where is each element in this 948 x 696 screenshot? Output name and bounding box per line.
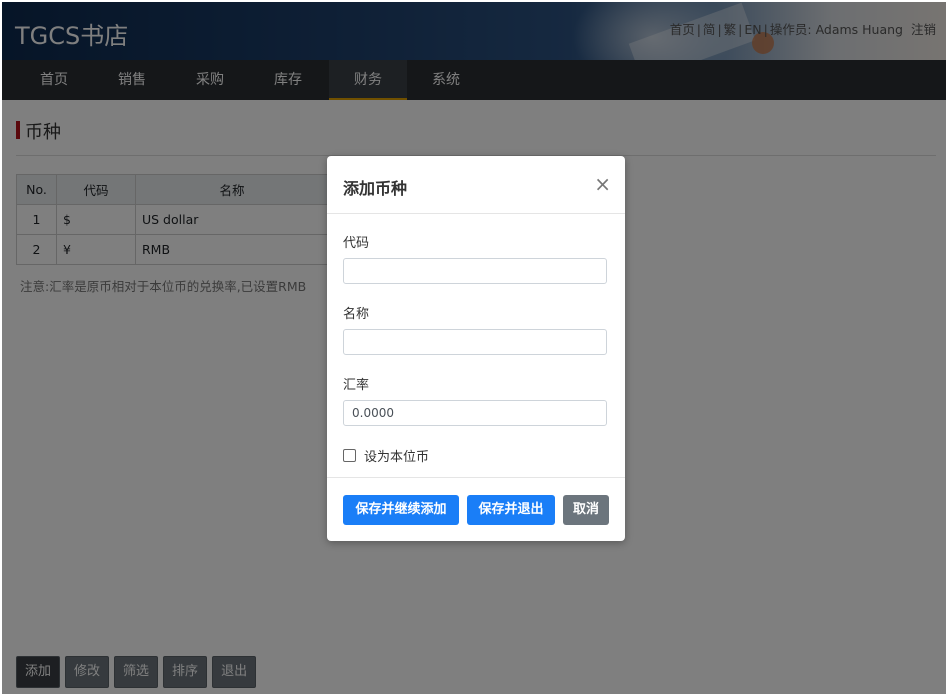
base-currency-checkbox-row[interactable]: 设为本位币 [343, 446, 429, 465]
base-currency-label: 设为本位币 [364, 450, 430, 465]
add-currency-dialog: 添加币种 × 代码 名称 汇率 设为本位币 保存并继续添加 保存并退出 取消 [327, 156, 625, 541]
dialog-header: 添加币种 × [327, 156, 625, 214]
dialog-footer: 保存并继续添加 保存并退出 取消 [327, 477, 625, 542]
name-label: 名称 [343, 307, 370, 322]
save-and-exit-button[interactable]: 保存并退出 [467, 495, 555, 525]
rate-input[interactable] [343, 400, 607, 426]
dialog-title: 添加币种 [343, 179, 408, 198]
code-label: 代码 [343, 236, 370, 251]
name-input[interactable] [343, 329, 607, 355]
code-input[interactable] [343, 258, 607, 284]
rate-label: 汇率 [343, 378, 370, 393]
close-icon[interactable]: × [594, 174, 611, 194]
base-currency-checkbox[interactable] [343, 449, 356, 462]
cancel-button[interactable]: 取消 [563, 495, 609, 525]
app-window: TGCS书店 首页|简|繁|EN|操作员: Adams Huang 注销 首页 … [2, 2, 946, 694]
save-and-continue-button[interactable]: 保存并继续添加 [343, 495, 459, 525]
